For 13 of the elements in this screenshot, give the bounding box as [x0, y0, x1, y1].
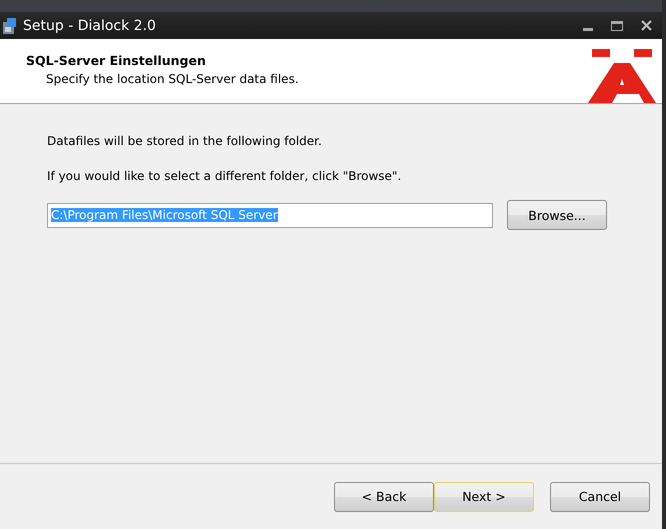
instruction-text: If you would like to select a different folder, click "Browse". — [47, 169, 402, 183]
instruction-text: Datafiles will be stored in the following folder. — [47, 134, 323, 148]
browse-button[interactable]: Browse... — [507, 200, 607, 230]
page-subtitle: Specify the location SQL-Server data files. — [45, 72, 300, 86]
close-icon[interactable] — [641, 20, 652, 31]
dialog-button[interactable]: Next > — [434, 482, 534, 512]
logo-icon — [588, 49, 656, 103]
dialog-button[interactable]: < Back — [334, 482, 434, 512]
setup-icon — [2, 16, 18, 34]
page-heading: SQL-Server Einstellungen — [26, 53, 207, 68]
maximize-icon[interactable] — [611, 20, 623, 30]
window-title: Setup - Dialock 2.0 — [23, 18, 157, 34]
dialog-button[interactable]: Cancel — [550, 482, 650, 512]
